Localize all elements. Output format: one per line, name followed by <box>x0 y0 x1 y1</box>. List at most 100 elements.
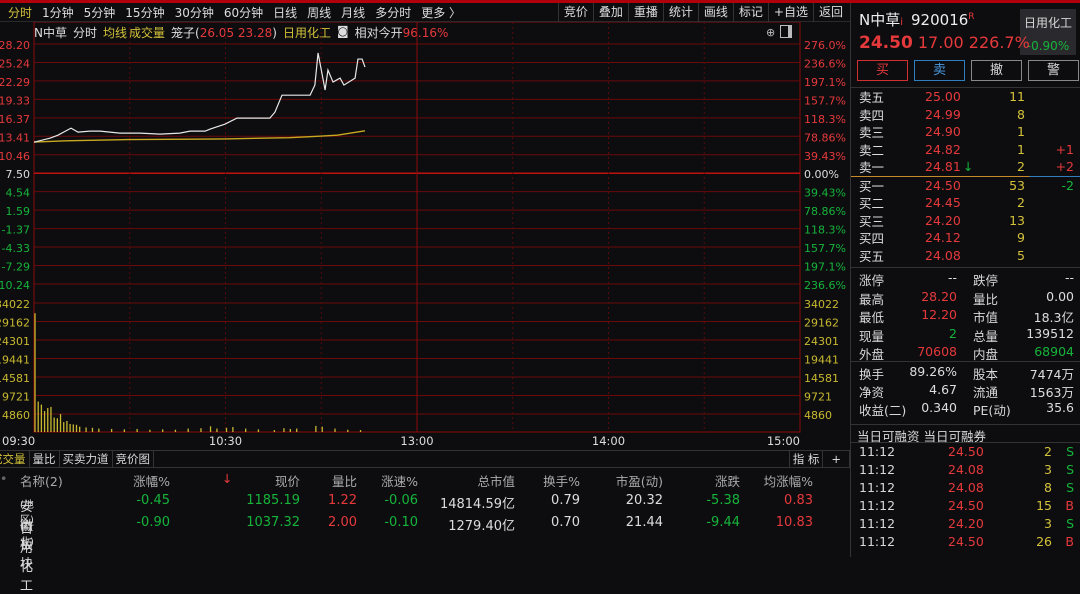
price-tick-label: 19.33 <box>0 94 30 107</box>
add-watchlist-button[interactable]: +自选 <box>767 3 813 22</box>
volume-tick-label: 19441 <box>804 354 839 367</box>
pct-tick-label: 0.00% <box>804 168 839 181</box>
replay-button[interactable]: 重播 <box>627 3 663 22</box>
tab-volume[interactable]: 成交量 <box>0 451 30 467</box>
tick-side: S <box>1066 462 1074 477</box>
ask-row[interactable]: 卖一 24.81 ↓ 2 +2 <box>851 158 1080 176</box>
stat-row: 最低 12.20 市值 18.3亿 <box>851 305 1080 325</box>
pct-tick-label: 78.86% <box>804 131 846 144</box>
volume-tick-label: 4860 <box>2 409 30 422</box>
bid-row[interactable]: 买三 24.20 13 <box>851 212 1080 230</box>
tick-price: 24.20 <box>948 516 984 531</box>
price-tick-label: -7.29 <box>2 261 30 274</box>
tick-price: 24.08 <box>948 480 984 495</box>
col-header[interactable]: 涨速% <box>381 471 418 490</box>
tick-row: 11:12 24.50 2 S <box>851 443 1080 461</box>
bid-row[interactable]: 买五 24.08 5 <box>851 247 1080 265</box>
tab-daily[interactable]: 日线 <box>268 4 302 21</box>
pct-tick-label: 39.43% <box>804 150 846 163</box>
stat-row: 最高 28.20 量比 0.00 <box>851 287 1080 307</box>
tab-30min[interactable]: 30分钟 <box>170 4 219 21</box>
bid-level: 买五 <box>859 248 885 264</box>
auction-button[interactable]: 竞价 <box>557 3 593 22</box>
stat-row: 收益(二) 0.340 PE(动) 35.6 <box>851 398 1080 419</box>
bid-price: 24.12 <box>925 230 961 246</box>
add-indicator-button[interactable]: + <box>823 451 850 467</box>
ask-row[interactable]: 卖二 24.82 1 +1 <box>851 141 1080 159</box>
tab-monthly[interactable]: 月线 <box>336 4 370 21</box>
bid-row[interactable]: 买四 24.12 9 <box>851 229 1080 247</box>
bid-volume: 9 <box>1017 230 1025 246</box>
intraday-chart: 28.20 276.0% 25.24 236.6% 22.29 197.1% 19.33 15… <box>0 22 846 448</box>
tab-1min[interactable]: 1分钟 <box>37 4 79 21</box>
ask-row[interactable]: 卖五 25.00 11 <box>851 88 1080 106</box>
indicator-button[interactable]: 指 标 <box>788 451 824 467</box>
price-tick-label: -1.37 <box>2 224 30 237</box>
ask-volume: 8 <box>1017 106 1025 122</box>
back-button[interactable]: 返回 <box>812 3 848 22</box>
col-name[interactable]: 名称(2) <box>20 471 63 490</box>
stat-value: 68904 <box>1034 344 1074 360</box>
pct-tick-label: 39.43% <box>804 187 846 200</box>
stat-value: 2 <box>949 325 957 341</box>
col-header[interactable]: 市盈(动) <box>616 471 663 490</box>
price-tick-label: -4.33 <box>2 242 30 255</box>
buy-button[interactable]: 买 <box>857 60 908 81</box>
pct-tick-label: 197.1% <box>804 261 846 274</box>
quote-panel: N中草ⅰ 920016R 日用化工 -0.90% 24.50 17.00 226.7… <box>850 3 1080 557</box>
quote-name: N中草 <box>859 11 901 29</box>
mark-button[interactable]: 标记 <box>732 3 768 22</box>
tab-volume-ratio[interactable]: 量比 <box>30 451 60 467</box>
alert-button[interactable]: 警 <box>1028 60 1079 81</box>
stat-value: 139512 <box>1026 325 1074 341</box>
tab-intraday[interactable]: 分时 <box>3 4 37 21</box>
col-header[interactable]: 量比 <box>332 471 357 490</box>
ask-row[interactable]: 卖三 24.90 1 <box>851 123 1080 141</box>
tab-5min[interactable]: 5分钟 <box>79 4 121 21</box>
tab-buy-sell-power[interactable]: 买卖力道 <box>60 451 113 467</box>
last-price: 24.50 <box>859 33 913 53</box>
col-header[interactable]: 换手% <box>543 471 580 490</box>
table-row[interactable]: 日用化工 (行业) -0.90 1037.32 2.00 -0.10 1279.40亿 0.7… <box>0 512 850 594</box>
ask-price: 24.99 <box>925 106 961 122</box>
stat-label: PE(动) <box>973 403 1011 419</box>
col-header[interactable]: 均涨幅% <box>764 471 813 490</box>
cell: -0.90 <box>136 515 170 530</box>
col-header[interactable]: 总市值 <box>477 471 515 490</box>
volume-tick-label: 24301 <box>0 335 30 348</box>
sell-button[interactable]: 卖 <box>914 60 965 81</box>
bid-volume: 53 <box>1009 177 1025 193</box>
tab-15min[interactable]: 15分钟 <box>120 4 169 21</box>
tick-price: 24.50 <box>948 534 984 549</box>
ask-price: 24.81 <box>925 159 961 175</box>
tab-weekly[interactable]: 周线 <box>302 4 336 21</box>
tab-multi-day[interactable]: 多分时 <box>370 4 416 21</box>
bid-row[interactable]: 买二 24.45 2 <box>851 194 1080 212</box>
volume-tick-label: 24301 <box>804 335 839 348</box>
sort-desc-icon[interactable]: ↓ <box>222 471 232 486</box>
tick-time: 11:12 <box>859 516 896 531</box>
col-header[interactable]: 涨跌 <box>715 471 740 490</box>
bid-row[interactable]: 买一 24.50 53 -2 <box>851 177 1080 195</box>
info-icon[interactable]: ⅰ <box>900 17 903 28</box>
stats-button[interactable]: 统计 <box>662 3 698 22</box>
tick-time: 11:12 <box>859 534 896 549</box>
cell: -9.44 <box>706 515 740 530</box>
cancel-order-button[interactable]: 撤 <box>971 60 1022 81</box>
overlay-button[interactable]: 叠加 <box>592 3 628 22</box>
tick-side: S <box>1066 480 1074 495</box>
tick-row: 11:12 24.50 26 B <box>851 533 1080 551</box>
ask-row[interactable]: 卖四 24.99 8 <box>851 106 1080 124</box>
bid-volume: 13 <box>1009 212 1025 228</box>
tab-auction-chart[interactable]: 竞价图 <box>113 451 154 467</box>
table-row[interactable]: 安徽板块 (地区) -0.45 1185.19 1.22 -0.06 14814.59亿 0.… <box>0 490 850 572</box>
col-header[interactable]: 现价 <box>275 471 300 490</box>
draw-button[interactable]: 画线 <box>697 3 733 22</box>
ask-level: 卖一 <box>859 160 885 176</box>
tab-more[interactable]: 更多 〉 <box>416 4 466 21</box>
tab-60min[interactable]: 60分钟 <box>219 4 268 21</box>
pct-tick-label: 78.86% <box>804 205 846 218</box>
time-tick-label: 09:30 <box>2 434 35 448</box>
price-tick-label: 22.29 <box>0 76 30 89</box>
col-header[interactable]: 涨幅% <box>133 471 170 490</box>
